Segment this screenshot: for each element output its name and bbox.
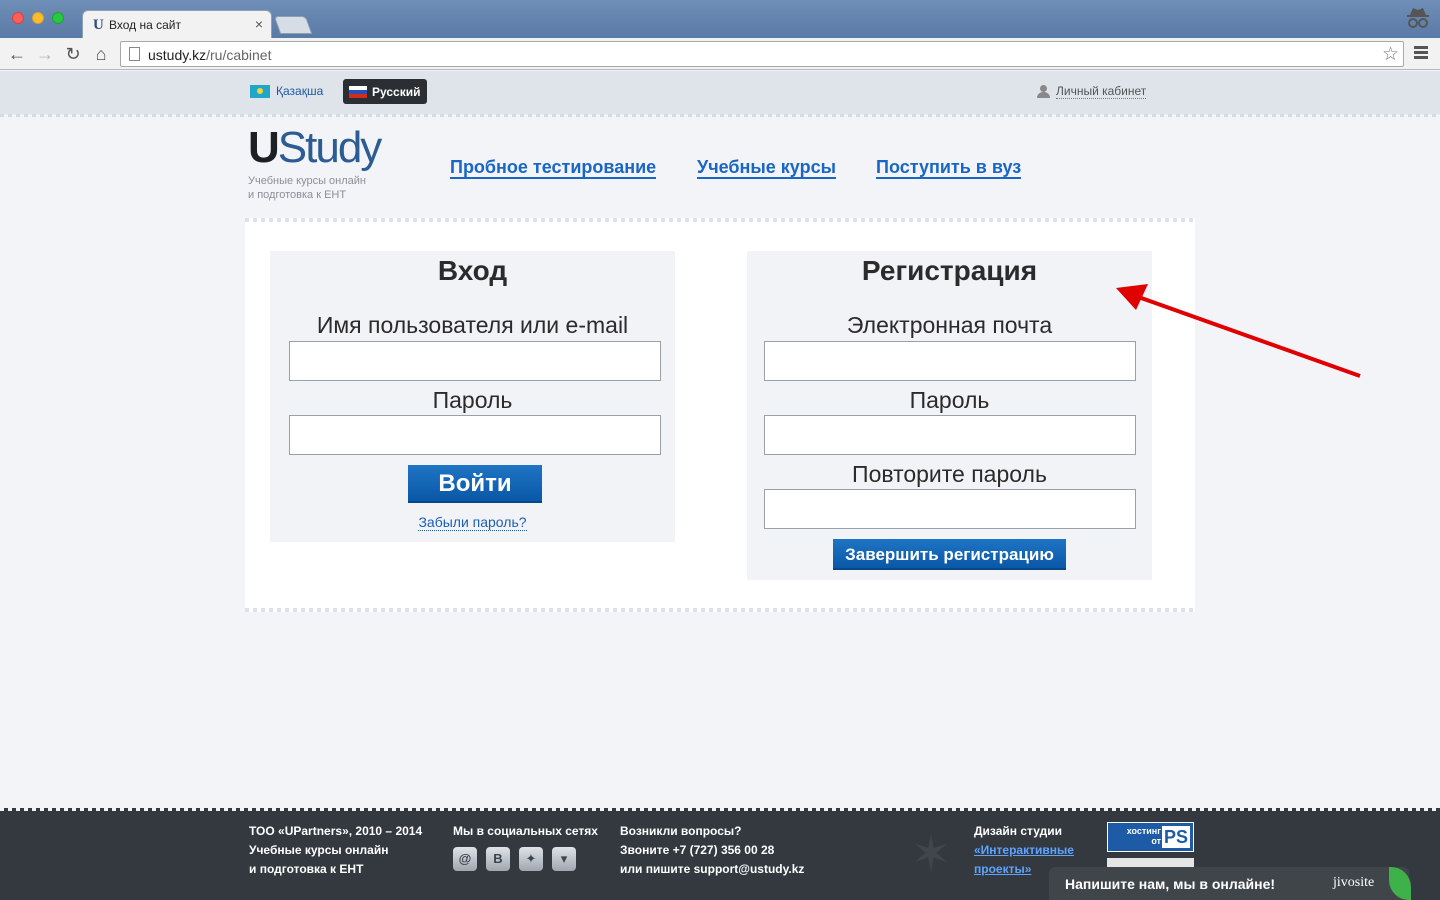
username-input[interactable] <box>289 341 661 381</box>
registration-title: Регистрация <box>861 255 1038 286</box>
chat-prompt: Напишите нам, мы в онлайне! <box>1065 876 1276 892</box>
forward-button[interactable]: → <box>34 43 56 65</box>
leaf-icon <box>1389 867 1411 900</box>
footer-social: Мы в социальных сетях @ B ✦ ▾ <box>453 822 598 871</box>
chat-icon[interactable]: ▾ <box>552 847 576 871</box>
maximize-window-button[interactable] <box>52 12 64 24</box>
studio-star-icon: ✶ <box>910 826 952 882</box>
kazakhstan-flag-icon <box>250 84 270 98</box>
reg-password-input[interactable] <box>764 415 1136 455</box>
tab-close-icon[interactable]: × <box>255 16 263 32</box>
footer-company: ТОО «UPartners», 2010 – 2014 Учебные кур… <box>249 824 423 876</box>
repeat-password-label: Повторите пароль <box>852 461 1047 487</box>
site-top-strip: Қазақша Русский Личный кабинет <box>0 71 1440 117</box>
ustudy-logo[interactable]: UStudy Учебные курсы онлайн и подготовка… <box>248 124 408 204</box>
jivosite-logo: jivosite <box>1333 875 1375 890</box>
lang-kazakh-link[interactable]: Қазақша <box>250 84 323 98</box>
personal-cabinet-link[interactable]: Личный кабинет <box>1037 84 1147 99</box>
reg-password-label: Пароль <box>909 387 990 413</box>
browser-toolbar: ← → ↻ ⌂ ustudy.kz/ru/cabinet ☆ <box>0 38 1440 70</box>
username-label: Имя пользователя или e-mail <box>316 312 629 338</box>
browser-tab[interactable]: U Вход на сайт × <box>82 10 272 38</box>
logo-tagline: Учебные курсы онлайн и подготовка к ЕНТ <box>248 175 367 201</box>
nav-university-admission[interactable]: Поступить в вуз <box>876 157 1022 179</box>
login-button[interactable]: Войти <box>408 465 542 503</box>
password-input[interactable] <box>289 415 661 455</box>
russia-flag-icon <box>349 85 367 98</box>
minimize-window-button[interactable] <box>32 12 44 24</box>
tab-title: Вход на сайт <box>109 18 181 32</box>
vkontakte-icon[interactable]: B <box>486 847 510 871</box>
nav-courses[interactable]: Учебные курсы <box>697 157 836 179</box>
browser-menu-icon[interactable] <box>1414 46 1428 61</box>
mailru-icon[interactable]: @ <box>453 847 477 871</box>
reload-button[interactable]: ↻ <box>62 43 84 65</box>
nav-trial-testing[interactable]: Пробное тестирование <box>450 157 657 179</box>
password-label: Пароль <box>432 387 513 413</box>
lang-russian-button[interactable]: Русский <box>343 79 427 104</box>
browser-titlebar: U Вход на сайт × <box>0 0 1440 38</box>
back-button[interactable]: ← <box>6 43 28 65</box>
login-form: Вход Имя пользователя или e-mail Пароль … <box>270 251 675 542</box>
new-tab-button[interactable] <box>273 16 313 34</box>
login-title: Вход <box>437 255 508 286</box>
annotation-arrow-icon <box>1116 284 1361 378</box>
url-text: ustudy.kz/ru/cabinet <box>148 47 272 63</box>
forgot-password-link[interactable]: Забыли пароль? <box>270 514 675 531</box>
close-window-button[interactable] <box>12 12 24 24</box>
user-icon <box>1037 85 1050 98</box>
bookmark-star-icon[interactable]: ☆ <box>1382 43 1399 66</box>
repeat-password-input[interactable] <box>764 489 1136 529</box>
jivosite-chat-widget[interactable]: Напишите нам, мы в онлайне! jivosite <box>1049 867 1411 900</box>
footer-contacts: Возникли вопросы? Звоните +7 (727) 356 0… <box>620 824 805 876</box>
registration-form: Регистрация Электронная почта Пароль Пов… <box>747 251 1152 580</box>
design-studio-link[interactable]: «Интерактивные <box>974 841 1074 860</box>
complete-registration-button[interactable]: Завершить регистрацию <box>833 539 1066 570</box>
page-icon <box>129 47 140 61</box>
twitter-icon[interactable]: ✦ <box>519 847 543 871</box>
site-favicon-icon: U <box>93 17 104 33</box>
email-input[interactable] <box>764 341 1136 381</box>
incognito-icon <box>1407 8 1429 28</box>
hosting-ps-badge[interactable]: хостинг от PS <box>1107 822 1194 852</box>
address-bar[interactable]: ustudy.kz/ru/cabinet ☆ <box>120 41 1404 67</box>
email-label: Электронная почта <box>846 312 1053 338</box>
home-button[interactable]: ⌂ <box>90 43 112 65</box>
support-email-link[interactable]: support@ustudy.kz <box>694 862 805 876</box>
